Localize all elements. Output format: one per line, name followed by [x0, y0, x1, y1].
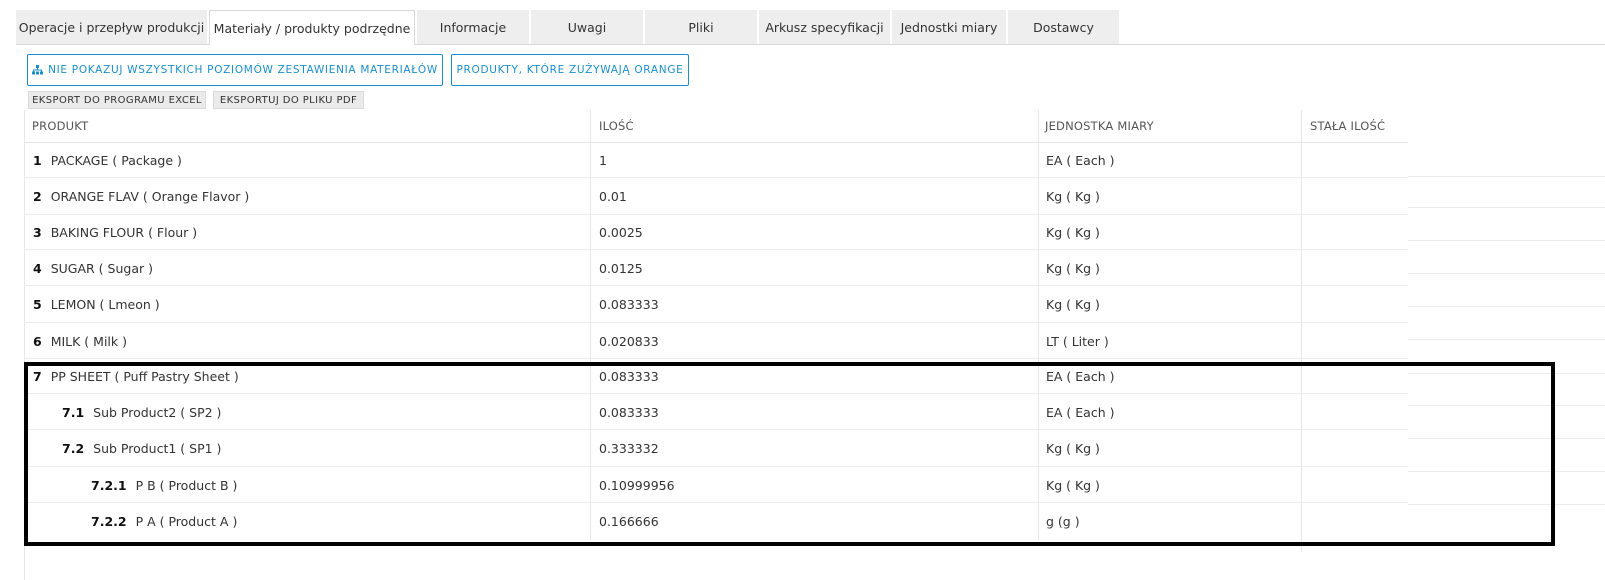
product-cell: 7.1 Sub Product2 ( SP2 )	[62, 394, 221, 430]
row-number: 2	[33, 189, 42, 204]
product-cell: 7.2.2 P A ( Product A )	[91, 503, 237, 539]
table-row[interactable]: 7.2.1 P B ( Product B ) 0.10999956 Kg ( K…	[24, 467, 1408, 503]
tab-spec-sheet[interactable]: Arkusz specyfikacji	[759, 10, 890, 44]
unit-cell: LT ( Liter )	[1046, 333, 1109, 349]
row-number: 7.1	[62, 404, 85, 420]
row-number: 7	[33, 369, 42, 384]
row-number: 7.2.1	[91, 477, 127, 493]
tab-suppliers[interactable]: Dostawcy	[1008, 10, 1119, 44]
row-number: 4	[33, 260, 42, 276]
product-name: LEMON ( Lmeon )	[50, 297, 160, 312]
row-number: 7.2.2	[91, 513, 127, 529]
row-number: 6	[33, 333, 42, 349]
product-name: P A ( Product A )	[135, 513, 238, 529]
product-name: SUGAR ( Sugar )	[50, 260, 153, 276]
product-name: PACKAGE ( Package )	[50, 153, 182, 168]
quantity-cell: 0.01	[599, 189, 627, 204]
quantity-cell: 0.020833	[599, 333, 659, 349]
row-number: 3	[33, 225, 42, 240]
product-name: MILK ( Milk )	[50, 333, 127, 349]
product-cell: 4 SUGAR ( Sugar )	[33, 250, 153, 286]
product-cell: 5 LEMON ( Lmeon )	[33, 286, 160, 323]
column-header-unit[interactable]: JEDNOSTKA MIARY	[1045, 110, 1154, 142]
unit-cell: Kg ( Kg )	[1046, 477, 1100, 493]
export-pdf-button[interactable]: EKSPORTUJ DO PLIKU PDF	[213, 91, 364, 109]
product-cell: 3 BAKING FLOUR ( Flour )	[33, 215, 197, 250]
unit-cell: Kg ( Kg )	[1046, 225, 1100, 240]
product-cell: 1 PACKAGE ( Package )	[33, 143, 182, 178]
grid-line	[1408, 373, 1605, 374]
grid-line	[1408, 306, 1605, 307]
table-row[interactable]: 6 MILK ( Milk ) 0.020833 LT ( Liter )	[24, 323, 1408, 359]
row-number: 7.2	[62, 441, 85, 456]
tab-units[interactable]: Jednostki miary	[892, 10, 1006, 44]
product-cell: 7.2.1 P B ( Product B )	[91, 467, 237, 503]
grid-line	[1408, 207, 1605, 208]
unit-cell: g (g )	[1046, 513, 1080, 529]
quantity-cell: 0.0025	[599, 225, 643, 240]
consuming-products-label: PRODUKTY, KTÓRE ZUŻYWAJĄ ORANGE	[456, 64, 684, 76]
table-row[interactable]: 7.1 Sub Product2 ( SP2 ) 0.083333 EA ( Ea…	[24, 394, 1408, 430]
unit-cell: Kg ( Kg )	[1046, 297, 1100, 312]
quantity-cell: 0.0125	[599, 260, 643, 276]
grid-line	[1408, 240, 1605, 241]
grid-line	[1408, 273, 1605, 274]
tab-operations[interactable]: Operacje i przepływ produkcji	[16, 10, 207, 44]
table-row[interactable]: 2 ORANGE FLAV ( Orange Flavor ) 0.01 Kg (…	[24, 178, 1408, 215]
quantity-cell: 0.083333	[599, 404, 659, 420]
unit-cell: EA ( Each )	[1046, 404, 1115, 420]
column-header-fixed-quantity[interactable]: STAŁA ILOŚĆ	[1310, 110, 1385, 142]
bom-table: PRODUKT ILOŚĆ JEDNOSTKA MIARY STAŁA ILOŚ…	[24, 110, 1605, 580]
bom-levels-label: NIE POKAZUJ WSZYSTKICH POZIOMÓW ZESTAWIE…	[48, 64, 438, 76]
table-row[interactable]: 3 BAKING FLOUR ( Flour ) 0.0025 Kg ( Kg )	[24, 215, 1408, 250]
grid-line	[1408, 176, 1605, 177]
row-number: 5	[33, 297, 42, 312]
product-cell: 7 PP SHEET ( Puff Pastry Sheet )	[33, 359, 239, 394]
row-number: 1	[33, 153, 42, 168]
quantity-cell: 1	[599, 153, 607, 168]
grid-line	[1408, 471, 1605, 472]
product-name: ORANGE FLAV ( Orange Flavor )	[50, 189, 250, 204]
unit-cell: Kg ( Kg )	[1046, 260, 1100, 276]
product-name: PP SHEET ( Puff Pastry Sheet )	[50, 369, 239, 384]
bom-levels-button[interactable]: NIE POKAZUJ WSZYSTKICH POZIOMÓW ZESTAWIE…	[27, 54, 443, 86]
tab-notes[interactable]: Uwagi	[531, 10, 643, 44]
table-row[interactable]: 7.2.2 P A ( Product A ) 0.166666 g (g )	[24, 503, 1408, 539]
quantity-cell: 0.083333	[599, 369, 659, 384]
grid-line	[1408, 405, 1605, 406]
tab-bar: Operacje i przepływ produkcji Materiały …	[16, 10, 1121, 45]
quantity-cell: 0.10999956	[599, 477, 675, 493]
product-cell: 2 ORANGE FLAV ( Orange Flavor )	[33, 178, 249, 215]
column-header-product[interactable]: PRODUKT	[32, 110, 88, 142]
tab-information[interactable]: Informacje	[417, 10, 529, 44]
unit-cell: EA ( Each )	[1046, 369, 1115, 384]
table-row[interactable]: 7 PP SHEET ( Puff Pastry Sheet ) 0.083333…	[24, 359, 1408, 394]
tab-files[interactable]: Pliki	[645, 10, 757, 44]
product-cell: 7.2 Sub Product1 ( SP1 )	[62, 430, 221, 467]
consuming-products-button[interactable]: PRODUKTY, KTÓRE ZUŻYWAJĄ ORANGE	[451, 54, 689, 86]
unit-cell: Kg ( Kg )	[1046, 441, 1100, 456]
product-cell: 6 MILK ( Milk )	[33, 323, 127, 359]
tab-materials[interactable]: Materiały / produkty podrzędne	[209, 10, 415, 45]
product-name: P B ( Product B )	[135, 477, 238, 493]
product-name: Sub Product2 ( SP2 )	[93, 404, 222, 420]
table-row[interactable]: 7.2 Sub Product1 ( SP1 ) 0.333332 Kg ( Kg…	[24, 430, 1408, 467]
table-row[interactable]: 5 LEMON ( Lmeon ) 0.083333 Kg ( Kg )	[24, 286, 1408, 323]
hierarchy-icon	[32, 65, 44, 75]
unit-cell: Kg ( Kg )	[1046, 189, 1100, 204]
quantity-cell: 0.083333	[599, 297, 659, 312]
table-row[interactable]: 1 PACKAGE ( Package ) 1 EA ( Each )	[24, 143, 1408, 178]
grid-line	[1408, 438, 1605, 439]
export-excel-button[interactable]: EKSPORT DO PROGRAMU EXCEL	[28, 91, 206, 109]
quantity-cell: 0.333332	[599, 441, 659, 456]
column-header-quantity[interactable]: ILOŚĆ	[599, 110, 634, 142]
table-row[interactable]: 4 SUGAR ( Sugar ) 0.0125 Kg ( Kg )	[24, 250, 1408, 286]
product-name: Sub Product1 ( SP1 )	[93, 441, 222, 456]
grid-line	[1408, 339, 1605, 340]
quantity-cell: 0.166666	[599, 513, 659, 529]
unit-cell: EA ( Each )	[1046, 153, 1115, 168]
product-name: BAKING FLOUR ( Flour )	[50, 225, 198, 240]
grid-line	[1408, 504, 1605, 505]
